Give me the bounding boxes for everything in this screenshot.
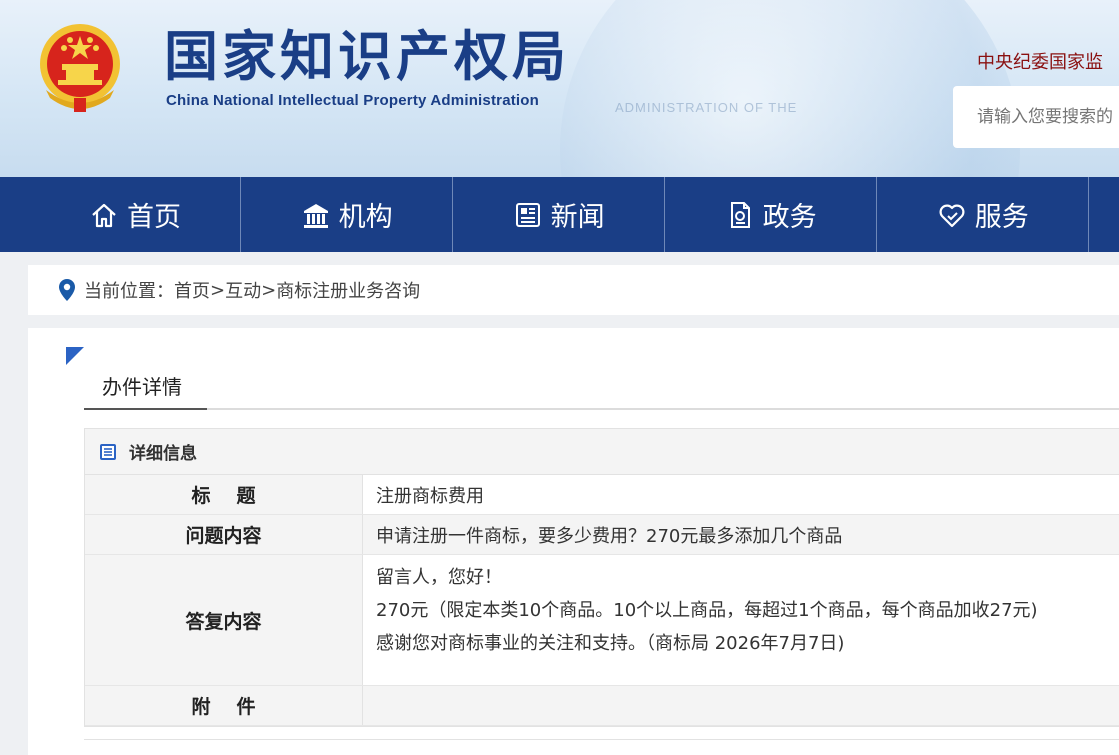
breadcrumb-prefix: 当前位置： — [84, 281, 174, 302]
row-key: 标题 — [85, 475, 363, 514]
nav-item-label: 服务 — [974, 202, 1029, 233]
globe-background — [560, 0, 1020, 177]
home-icon — [92, 203, 116, 227]
nav-item-service[interactable]: 服务 — [877, 177, 1090, 252]
nav-item-home[interactable]: 首页 — [0, 177, 242, 252]
breadcrumb-separator: > — [261, 279, 277, 301]
table-row-question: 问题内容 申请注册一件商标，要多少费用？270元最多添加几个商品 — [85, 515, 1119, 555]
nav-item-more[interactable] — [1089, 177, 1119, 252]
tab-detail[interactable]: 办件详情 — [84, 372, 207, 410]
detail-heading-text: 详细信息 — [129, 444, 197, 464]
breadcrumb-home[interactable]: 首页 — [174, 277, 210, 303]
service-icon — [939, 204, 965, 227]
detail-heading: 详细信息 — [85, 429, 1119, 475]
government-affairs-icon — [730, 201, 750, 228]
breadcrumb-current[interactable]: 商标注册业务咨询 — [276, 277, 420, 303]
breadcrumb: 当前位置： 首页 > 互动 > 商标注册业务咨询 — [28, 265, 1119, 315]
breadcrumb-separator: > — [210, 279, 226, 301]
main-nav: 首页 机构 新闻 政务 服务 — [0, 177, 1119, 252]
site-subtitle: China National Intellectual Property Adm… — [166, 92, 540, 109]
nav-item-news[interactable]: 新闻 — [453, 177, 666, 252]
watermark-text: ADMINISTRATION OF THE — [615, 100, 798, 115]
answer-line: 270元（限定本类10个商品。10个以上商品，每超过1个商品，每个商品加收27元… — [376, 600, 1038, 621]
institution-icon — [303, 203, 328, 228]
site-title[interactable]: 国家知识产权局 — [164, 27, 570, 87]
answer-line: 感谢您对商标事业的关注和支持。（商标局 2026年7月7日) — [376, 633, 845, 654]
search-box[interactable] — [953, 86, 1119, 148]
nav-item-institution[interactable]: 机构 — [241, 177, 454, 252]
row-value: 注册商标费用 — [376, 485, 484, 507]
national-emblem-icon[interactable] — [34, 20, 126, 114]
bottom-divider — [84, 739, 1119, 755]
row-key: 答复内容 — [85, 555, 363, 685]
ccdi-link[interactable]: 中央纪委国家监 — [977, 48, 1103, 74]
document-list-icon — [100, 443, 116, 460]
row-value: 申请注册一件商标，要多少费用？270元最多添加几个商品 — [363, 515, 1119, 554]
table-row-title: 标题 注册商标费用 — [85, 475, 1119, 515]
nav-item-label: 机构 — [338, 202, 393, 233]
corner-marker — [66, 347, 84, 365]
table-row-answer: 答复内容 留言人，您好！ 270元（限定本类10个商品。10个以上商品，每超过1… — [85, 555, 1119, 686]
table-row-attachment: 附件 — [85, 686, 1119, 726]
row-value: 留言人，您好！ 270元（限定本类10个商品。10个以上商品，每超过1个商品，每… — [363, 555, 1119, 685]
nav-item-label: 政务 — [762, 202, 817, 233]
row-value — [363, 686, 1119, 725]
row-key: 问题内容 — [85, 515, 363, 554]
nav-item-label: 新闻 — [550, 202, 605, 233]
location-pin-icon — [59, 279, 75, 301]
news-icon — [515, 202, 540, 227]
detail-table: 详细信息 标题 注册商标费用 问题内容 申请注册一件商标，要多少费用？270元最… — [84, 428, 1119, 727]
search-input[interactable] — [953, 86, 1119, 148]
nav-item-government[interactable]: 政务 — [665, 177, 878, 252]
tab-bar: 办件详情 — [84, 372, 1119, 410]
row-key: 附件 — [85, 686, 363, 725]
content-panel: 办件详情 详细信息 标题 注册商标费用 问题内容 申请注册一件商标，要多少费用？… — [28, 328, 1119, 755]
breadcrumb-interaction[interactable]: 互动 — [225, 277, 261, 303]
site-header: 国家知识产权局 China National Intellectual Prop… — [0, 0, 1119, 177]
answer-line: 留言人，您好！ — [376, 567, 502, 588]
nav-item-label: 首页 — [127, 202, 182, 233]
